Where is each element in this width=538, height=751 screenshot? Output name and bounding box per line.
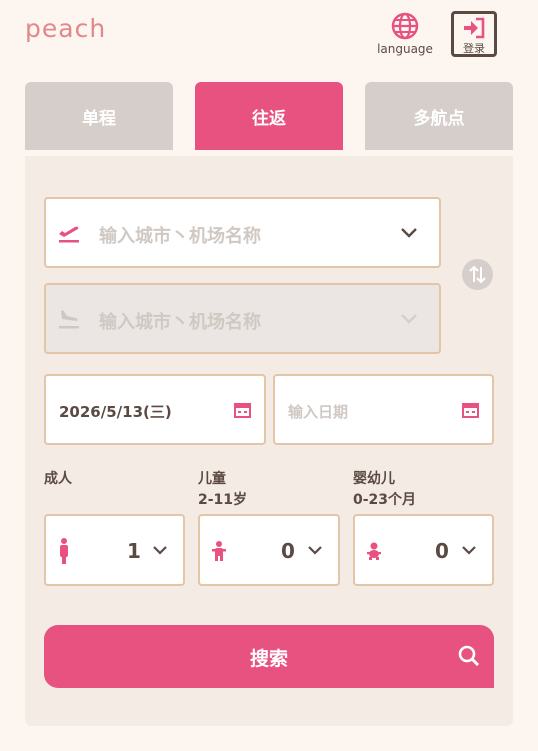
tab-multi-city[interactable]: 多航点 [365,82,513,150]
depart-date-value: 2026/5/13(三) [59,403,172,421]
child-label: 儿童 [198,471,226,487]
trip-type-tabs: 单程 往返 多航点 [25,82,513,150]
return-date-placeholder: 输入日期 [288,403,349,421]
destination-field[interactable]: 输入城市丶机场名称 [44,283,441,354]
chevron-down-icon [401,228,417,238]
child-count-select[interactable]: 0 [198,514,340,586]
adult-count-select[interactable]: 1 [44,514,185,586]
origin-placeholder: 输入城市丶机场名称 [99,226,261,247]
adult-label: 成人 [44,471,72,487]
child-age-label: 2-11岁 [198,492,248,508]
calendar-icon [462,403,479,418]
landing-icon [59,310,79,329]
search-icon [458,645,480,667]
swap-button[interactable] [462,259,493,290]
peach-logo[interactable]: peach [25,14,106,43]
infant-count-select[interactable]: 0 [353,514,494,586]
return-date-field[interactable]: 输入日期 [273,374,494,445]
chevron-down-icon [308,546,322,555]
search-button[interactable]: 搜索 [44,625,494,688]
login-label: 登录 [463,42,485,55]
adult-count: 1 [127,539,141,563]
language-label: language [377,42,433,56]
adult-icon [60,538,68,564]
chevron-down-icon [401,314,417,324]
search-label: 搜索 [249,648,288,670]
tab-one-way[interactable]: 单程 [25,82,173,150]
chevron-down-icon [462,546,476,555]
child-icon [212,541,226,561]
globe-icon [391,12,419,40]
destination-placeholder: 输入城市丶机场名称 [99,312,261,333]
calendar-icon [234,403,251,418]
infant-count: 0 [435,539,449,563]
chevron-down-icon [153,546,167,555]
child-count: 0 [281,539,295,563]
login-button[interactable]: 登录 [451,11,497,57]
origin-field[interactable]: 输入城市丶机场名称 [44,197,441,268]
infant-icon [367,542,381,560]
language-button[interactable]: language [372,12,438,56]
takeoff-icon [59,226,79,243]
login-icon [464,17,485,39]
swap-icon [469,265,486,284]
tab-round-trip[interactable]: 往返 [195,82,343,150]
depart-date-field[interactable]: 2026/5/13(三) [44,374,266,445]
header: peach language 登录 [0,0,538,70]
infant-label: 婴幼儿 [353,471,395,487]
infant-age-label: 0-23个月 [353,492,417,508]
